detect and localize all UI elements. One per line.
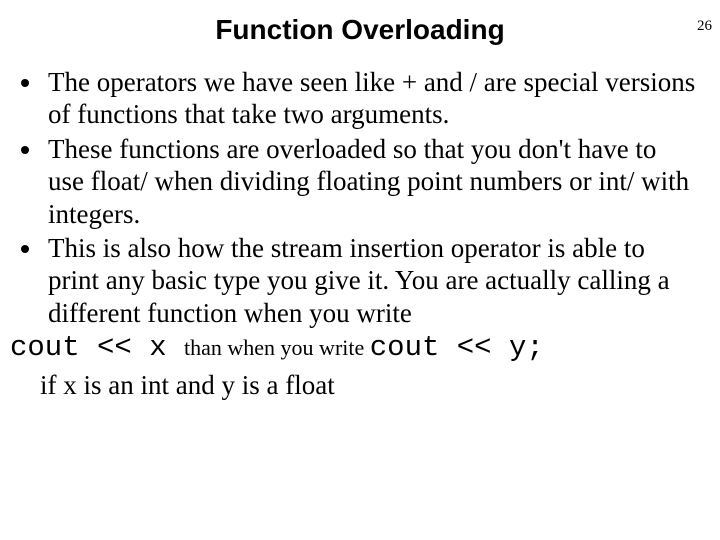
- bullet-list: The operators we have seen like + and / …: [44, 66, 698, 329]
- code-between: than when you write: [184, 335, 370, 360]
- bullet-item: The operators we have seen like + and / …: [44, 66, 698, 131]
- page-number: 26: [697, 18, 712, 35]
- bullet-item: These functions are overloaded so that y…: [44, 133, 698, 230]
- slide: 26 Function Overloading The operators we…: [0, 14, 720, 540]
- code-example: cout << x than when you write cout << y;: [10, 331, 720, 364]
- slide-title: Function Overloading: [0, 14, 720, 46]
- bullet-item: This is also how the stream insertion op…: [44, 232, 698, 329]
- trailer-text: if x is an int and y is a float: [40, 370, 720, 401]
- code-left: cout << x: [10, 331, 184, 364]
- code-right: cout << y;: [370, 331, 544, 364]
